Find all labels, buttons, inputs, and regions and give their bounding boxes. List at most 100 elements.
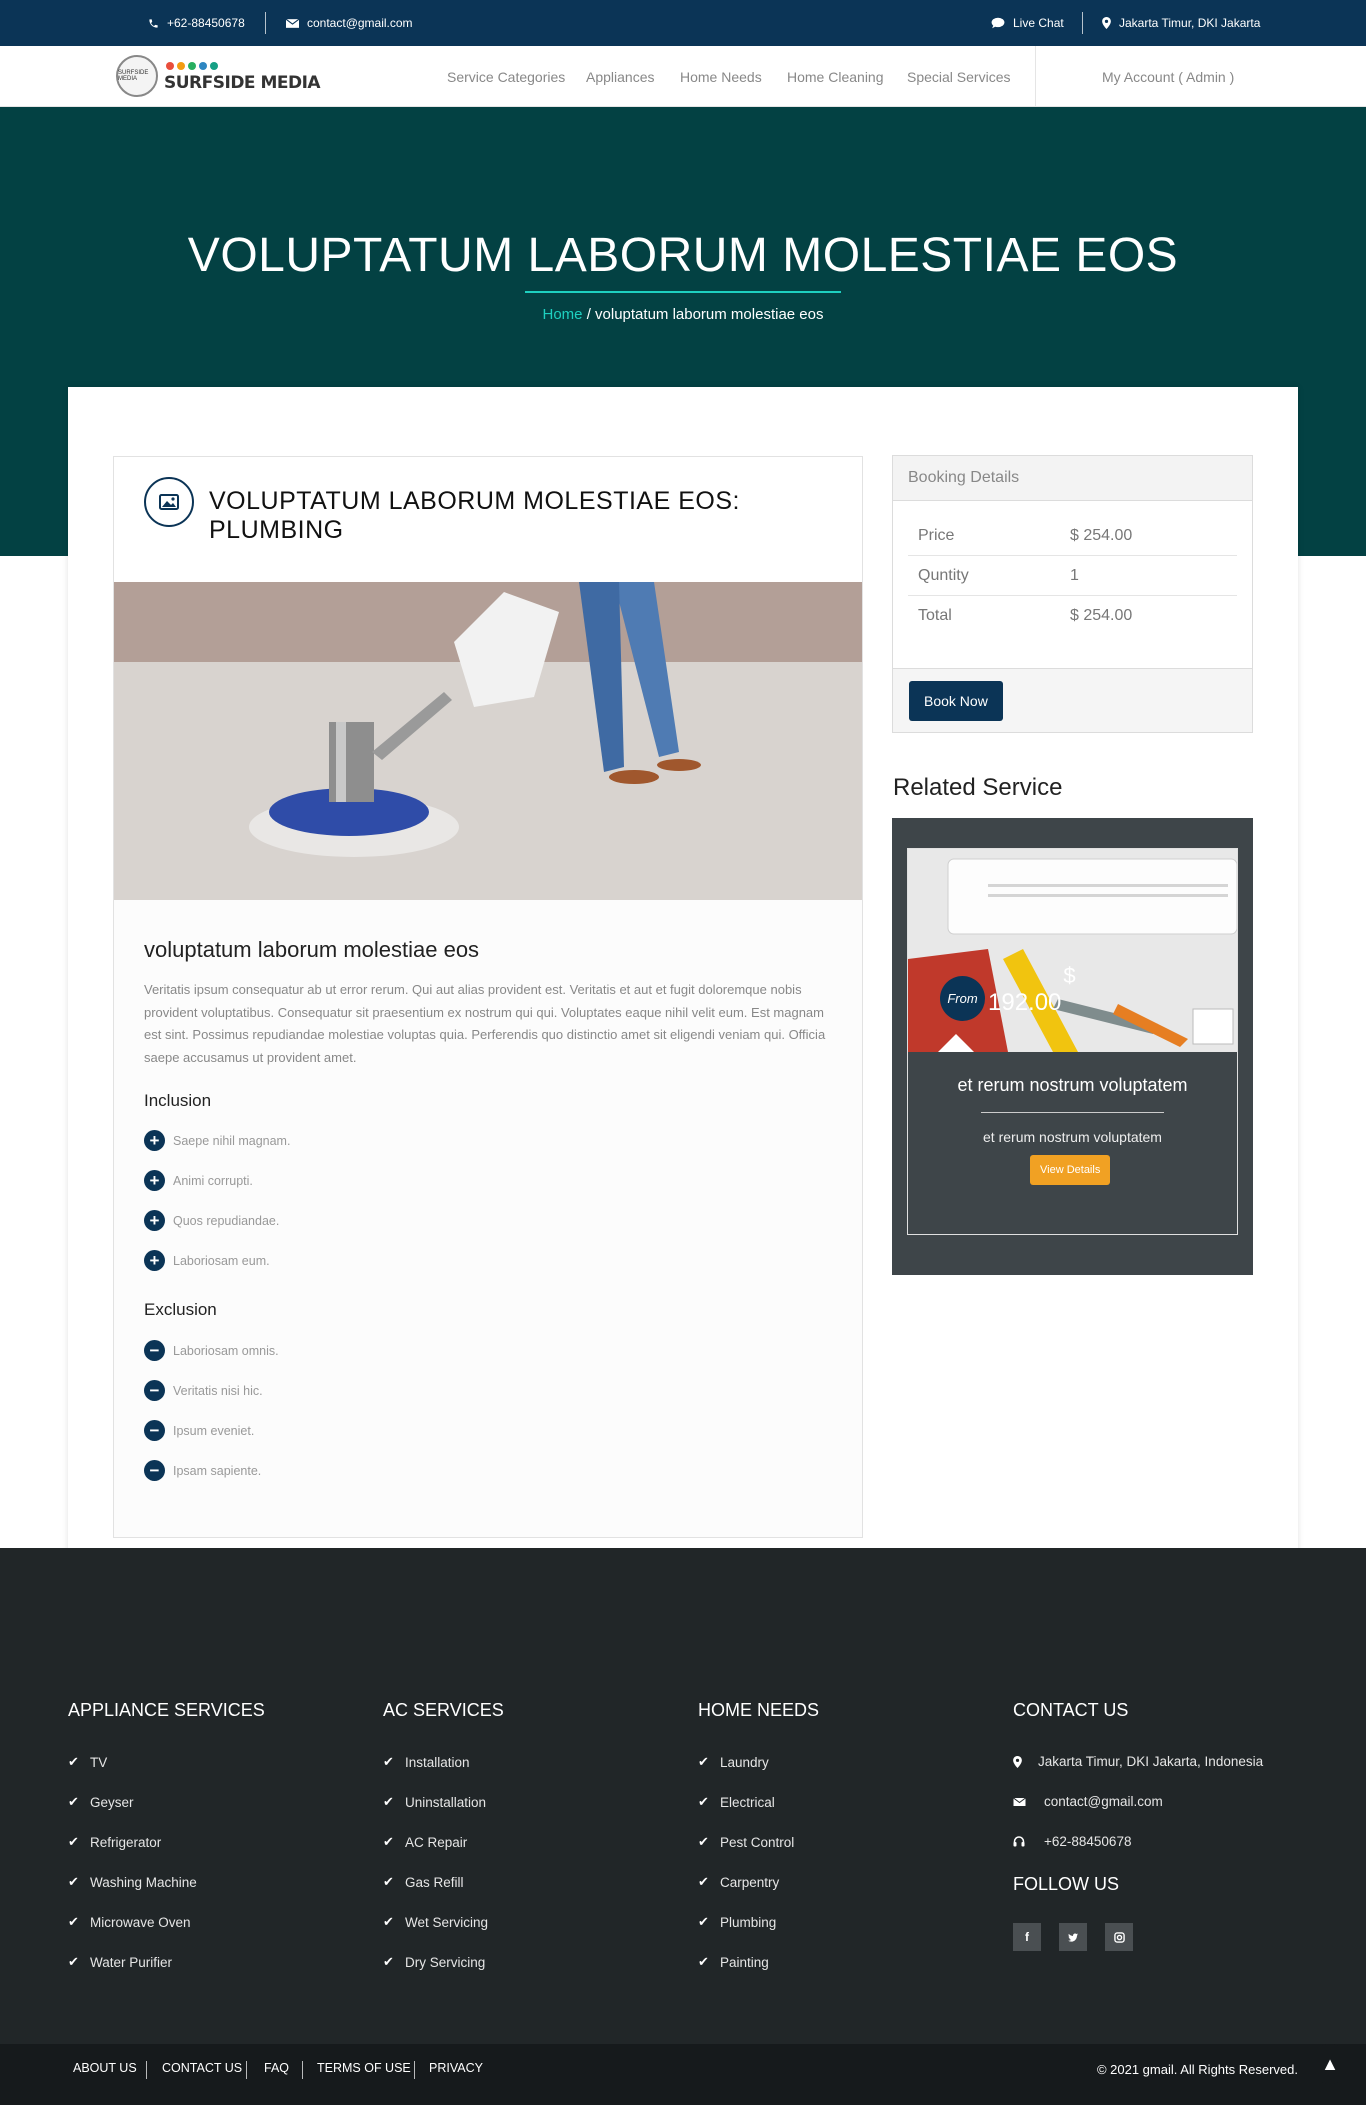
footer-link[interactable]: ✔ Painting	[698, 1954, 769, 1970]
check-icon: ✔	[698, 1834, 709, 1849]
twitter-icon[interactable]	[1059, 1923, 1087, 1951]
footer-link-label: Gas Refill	[405, 1874, 464, 1890]
phone-contact[interactable]: +62-88450678	[148, 0, 245, 46]
nav-home-cleaning[interactable]: Home Cleaning	[787, 46, 884, 107]
related-divider	[981, 1112, 1164, 1113]
check-icon: ✔	[698, 1754, 709, 1769]
related-service-card[interactable]: From 192.00$ et rerum nostrum voluptatem…	[907, 848, 1238, 1235]
exclusion-item: − Ipsum eveniet.	[144, 1420, 254, 1441]
email-address: contact@gmail.com	[307, 16, 413, 30]
plus-icon: +	[144, 1210, 165, 1231]
exclusion-text: Ipsam sapiente.	[173, 1463, 262, 1478]
nav-special-services[interactable]: Special Services	[907, 46, 1011, 107]
footer-link[interactable]: ✔ Water Purifier	[68, 1954, 172, 1970]
footer-link[interactable]: ✔ Dry Servicing	[383, 1954, 485, 1970]
brand-name: SURFSIDE MEDIA	[164, 73, 321, 93]
booking-value: $ 254.00	[1070, 607, 1133, 624]
footer-link-label: Pest Control	[720, 1834, 795, 1850]
nav-home-needs[interactable]: Home Needs	[680, 46, 762, 107]
bottom-divider	[146, 2061, 147, 2079]
footer-link-label: Plumbing	[720, 1914, 777, 1930]
footer-link-label: Painting	[720, 1954, 769, 1970]
bottom-divider	[302, 2061, 303, 2079]
footer-follow-title: FOLLOW US	[1013, 1874, 1120, 1894]
breadcrumb-home[interactable]: Home	[543, 306, 583, 323]
copyright-text: © 2021 gmail. All Rights Reserved.	[1096, 2062, 1298, 2077]
booking-row-quantity: Quntity 1	[908, 556, 1237, 596]
logo-badge-text: SURFSIDE MEDIA	[118, 70, 149, 82]
book-now-button[interactable]: Book Now	[909, 681, 1003, 721]
minus-icon: −	[144, 1340, 165, 1361]
bottom-link-privacy[interactable]: PRIVACY	[429, 2061, 483, 2075]
bottom-link-contact[interactable]: CONTACT US	[162, 2061, 242, 2075]
footer-link[interactable]: ✔ Geyser	[68, 1794, 134, 1810]
footer-link[interactable]: ✔ TV	[68, 1754, 107, 1770]
footer-phone[interactable]: +62-88450678	[1013, 1834, 1131, 1849]
phone-icon	[149, 18, 158, 28]
booking-details-panel: Booking Details Price $ 254.00 Quntity 1 T…	[892, 455, 1253, 733]
booking-value: 1	[1070, 566, 1079, 584]
footer-link-label: TV	[90, 1754, 108, 1770]
check-icon: ✔	[383, 1754, 394, 1769]
live-chat-link[interactable]: Live Chat	[991, 0, 1064, 46]
minus-icon: −	[144, 1380, 165, 1401]
inclusion-item: + Quos repudiandae.	[144, 1210, 279, 1231]
footer-link[interactable]: ✔ Uninstallation	[383, 1794, 486, 1810]
top-bar: +62-88450678 contact@gmail.com Live Chat…	[0, 0, 1366, 46]
view-details-button[interactable]: View Details	[1030, 1155, 1111, 1185]
footer-link-label: Installation	[405, 1754, 470, 1770]
check-icon: ✔	[383, 1794, 394, 1809]
footer-phone-text: +62-88450678	[1044, 1834, 1132, 1849]
email-contact[interactable]: contact@gmail.com	[286, 0, 413, 46]
footer-link-label: Uninstallation	[405, 1794, 487, 1810]
nav-my-account[interactable]: My Account ( Admin )	[1102, 46, 1234, 107]
related-service-name[interactable]: et rerum nostrum voluptatem	[908, 1075, 1237, 1096]
footer-link[interactable]: ✔ Gas Refill	[383, 1874, 464, 1890]
footer-link[interactable]: ✔ AC Repair	[383, 1834, 467, 1850]
instagram-icon[interactable]	[1105, 1923, 1133, 1951]
footer-link-label: Wet Servicing	[405, 1914, 489, 1930]
footer-link-label: Microwave Oven	[90, 1914, 191, 1930]
footer-link[interactable]: ✔ Carpentry	[698, 1874, 779, 1890]
bottom-link-faq[interactable]: FAQ	[264, 2061, 289, 2075]
footer-link[interactable]: ✔ Electrical	[698, 1794, 775, 1810]
check-icon: ✔	[698, 1874, 709, 1889]
check-icon: ✔	[698, 1954, 709, 1969]
footer-link-label: Electrical	[720, 1794, 775, 1810]
footer-email[interactable]: contact@gmail.com	[1013, 1794, 1163, 1809]
headset-icon	[1013, 1836, 1025, 1847]
breadcrumb: Home / voluptatum laborum molestiae eos	[0, 306, 1366, 323]
check-icon: ✔	[383, 1954, 394, 1969]
bottom-link-terms[interactable]: TERMS OF USE	[317, 2061, 411, 2075]
footer-link[interactable]: ✔ Refrigerator	[68, 1834, 161, 1850]
bottom-divider	[414, 2061, 415, 2079]
footer-link[interactable]: ✔ Laundry	[698, 1754, 769, 1770]
title-underline	[525, 291, 841, 293]
footer-link-label: Laundry	[720, 1754, 769, 1770]
footer-link-label: Refrigerator	[90, 1834, 162, 1850]
footer-link-label: AC Repair	[405, 1834, 468, 1850]
service-description: Veritatis ipsum consequatur ab ut error …	[144, 982, 826, 1065]
bottom-link-about[interactable]: ABOUT US	[73, 2061, 137, 2075]
service-title-line2: PLUMBING	[209, 516, 344, 544]
footer-link[interactable]: ✔ Microwave Oven	[68, 1914, 191, 1930]
location-info: Jakarta Timur, DKI Jakarta	[1102, 0, 1260, 46]
footer-link[interactable]: ✔ Pest Control	[698, 1834, 794, 1850]
footer-link[interactable]: ✔ Wet Servicing	[383, 1914, 488, 1930]
nav-appliances[interactable]: Appliances	[586, 46, 655, 107]
check-icon: ✔	[68, 1794, 79, 1809]
nav-service-categories[interactable]: Service Categories	[447, 46, 565, 107]
footer-link[interactable]: ✔ Installation	[383, 1754, 470, 1770]
check-icon: ✔	[698, 1914, 709, 1929]
brand-logo[interactable]: SURFSIDE MEDIA SURFSIDE MEDIA	[116, 53, 321, 99]
footer-link[interactable]: ✔ Washing Machine	[68, 1874, 197, 1890]
check-icon: ✔	[68, 1874, 79, 1889]
scroll-to-top-icon[interactable]: ▲	[1310, 2044, 1350, 2084]
footer-link[interactable]: ✔ Plumbing	[698, 1914, 776, 1930]
facebook-icon[interactable]: f	[1013, 1923, 1041, 1951]
service-card-header: VOLUPTATUM LABORUM MOLESTIAE EOS: PLUMBI…	[114, 457, 862, 582]
check-icon: ✔	[383, 1914, 394, 1929]
minus-icon: −	[144, 1460, 165, 1481]
footer-link-label: Washing Machine	[90, 1874, 197, 1890]
page-title: VOLUPTATUM LABORUM MOLESTIAE EOS	[187, 229, 1179, 282]
